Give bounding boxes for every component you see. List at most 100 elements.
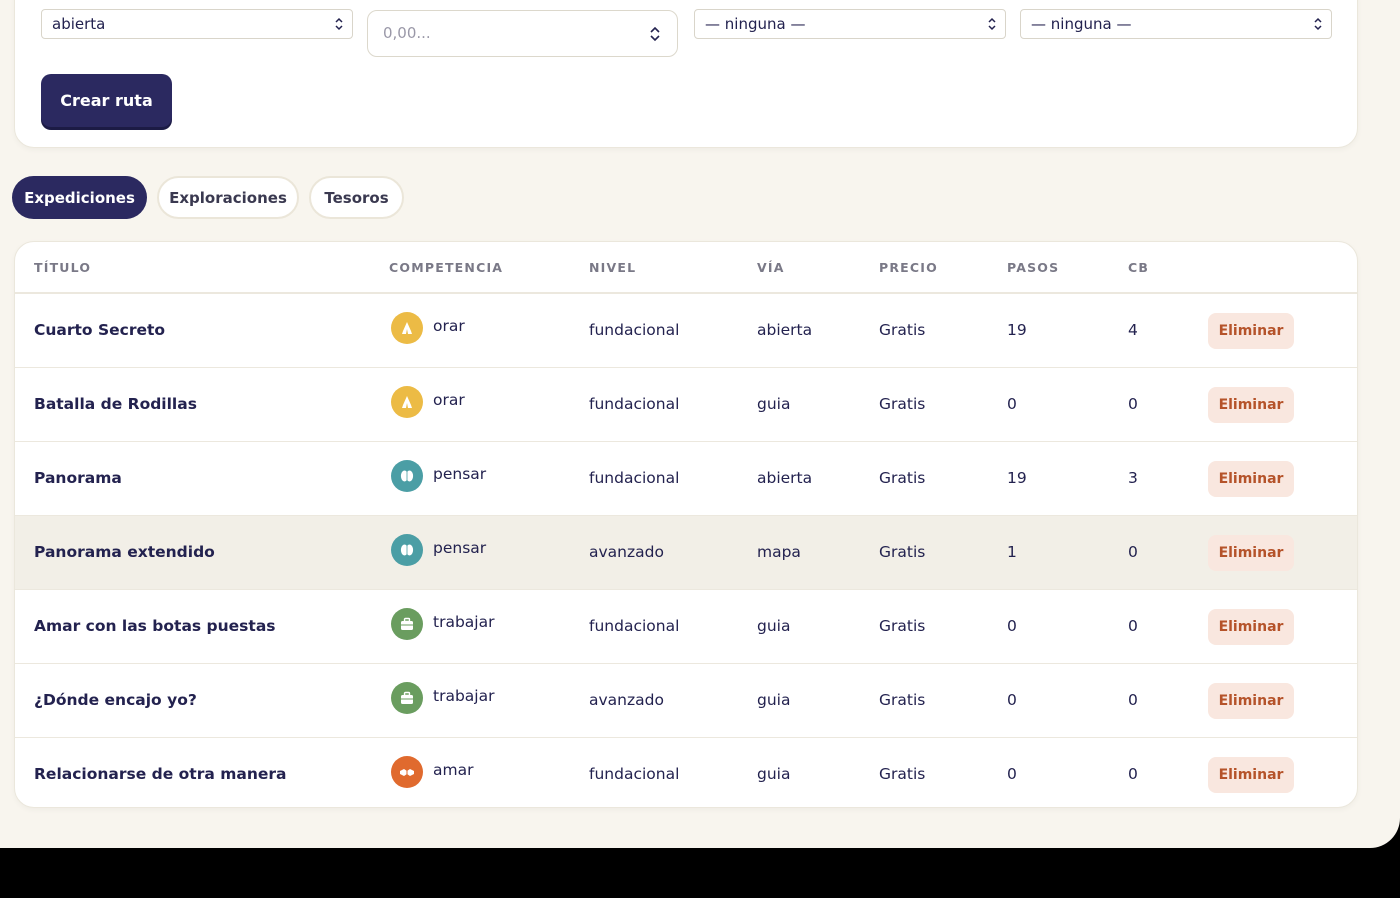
table-header: TÍTULO COMPETENCIA NIVEL VÍA PRECIO PASO… xyxy=(15,242,1357,294)
row-via: guia xyxy=(757,395,791,413)
tab-expediciones[interactable]: Expediciones xyxy=(12,176,147,219)
brain-icon xyxy=(391,460,423,492)
row-title: Panorama xyxy=(34,469,122,487)
praying-hands-icon xyxy=(391,312,423,344)
handshake-icon xyxy=(391,756,423,788)
table-row: Cuarto Secreto orar fundacional abierta Grat… xyxy=(15,294,1357,368)
row-nivel: avanzado xyxy=(589,691,664,709)
delete-button[interactable]: Eliminar xyxy=(1208,683,1294,719)
updown-chevron-icon xyxy=(1314,17,1322,31)
row-cb: 0 xyxy=(1128,543,1138,561)
competencia-label: pensar xyxy=(433,465,487,483)
row-via: abierta xyxy=(757,321,813,339)
updown-chevron-icon xyxy=(650,26,660,42)
table-row: Amar con las botas puestas trabajar fundac… xyxy=(15,590,1357,664)
create-route-button[interactable]: Crear ruta xyxy=(41,74,172,127)
row-nivel: avanzado xyxy=(589,543,664,561)
row-pasos: 0 xyxy=(1007,691,1017,709)
row-pasos: 0 xyxy=(1007,395,1017,413)
row-title: Batalla de Rodillas xyxy=(34,395,197,413)
tab-exploraciones[interactable]: Exploraciones xyxy=(157,176,299,219)
row-nivel: fundacional xyxy=(589,395,680,413)
row-via: guia xyxy=(757,691,791,709)
briefcase-icon xyxy=(391,682,423,714)
row-precio: Gratis xyxy=(879,765,926,783)
competencia-label: trabajar xyxy=(433,613,495,631)
row-pasos: 1 xyxy=(1007,543,1017,561)
header-pasos: PASOS xyxy=(1007,260,1060,275)
page: abierta 0,00... — ninguna — — ninguna — … xyxy=(0,0,1400,848)
row-cb: 0 xyxy=(1128,765,1138,783)
row-via: guia xyxy=(757,765,791,783)
table-row: Panorama extendido pensar avanzado mapa Grat… xyxy=(15,516,1357,590)
row-title: Cuarto Secreto xyxy=(34,321,166,339)
row-nivel: fundacional xyxy=(589,617,680,635)
tab-tesoros[interactable]: Tesoros xyxy=(309,176,404,219)
select-value: — ninguna — xyxy=(705,15,806,33)
row-via: guia xyxy=(757,617,791,635)
row-precio: Gratis xyxy=(879,395,926,413)
ninguna-select-2[interactable]: — ninguna — xyxy=(1020,9,1332,39)
header-titulo: TÍTULO xyxy=(34,260,92,275)
header-via: VÍA xyxy=(757,260,785,275)
praying-hands-icon xyxy=(391,386,423,418)
row-precio: Gratis xyxy=(879,617,926,635)
competencia-label: orar xyxy=(433,391,465,409)
delete-button[interactable]: Eliminar xyxy=(1208,609,1294,645)
table-row: Batalla de Rodillas orar fundacional guia Gr… xyxy=(15,368,1357,442)
delete-button[interactable]: Eliminar xyxy=(1208,461,1294,497)
row-competencia: pensar xyxy=(391,534,486,566)
header-cb: CB xyxy=(1128,260,1150,275)
price-input[interactable]: 0,00... xyxy=(367,10,678,57)
row-pasos: 0 xyxy=(1007,617,1017,635)
updown-chevron-icon xyxy=(988,17,996,31)
row-precio: Gratis xyxy=(879,321,926,339)
briefcase-icon xyxy=(391,608,423,640)
row-title: Relacionarse de otra manera xyxy=(34,765,287,783)
brain-icon xyxy=(391,534,423,566)
row-competencia: amar xyxy=(391,756,473,788)
row-cb: 0 xyxy=(1128,395,1138,413)
row-competencia: orar xyxy=(391,312,465,344)
row-cb: 0 xyxy=(1128,617,1138,635)
row-nivel: fundacional xyxy=(589,765,680,783)
select-value: — ninguna — xyxy=(1031,15,1132,33)
header-precio: PRECIO xyxy=(879,260,938,275)
header-nivel: NIVEL xyxy=(589,260,637,275)
row-via: mapa xyxy=(757,543,801,561)
via-select-value: abierta xyxy=(52,15,106,33)
row-nivel: fundacional xyxy=(589,321,680,339)
row-pasos: 19 xyxy=(1007,321,1027,339)
row-competencia: orar xyxy=(391,386,465,418)
updown-chevron-icon xyxy=(335,17,343,31)
competencia-label: orar xyxy=(433,317,465,335)
row-precio: Gratis xyxy=(879,469,926,487)
price-input-placeholder: 0,00... xyxy=(383,24,431,42)
row-competencia: pensar xyxy=(391,460,486,492)
table-row: Panorama pensar fundacional abierta Gratis 19… xyxy=(15,442,1357,516)
delete-button[interactable]: Eliminar xyxy=(1208,535,1294,571)
header-competencia: COMPETENCIA xyxy=(389,260,504,275)
row-precio: Gratis xyxy=(879,543,926,561)
row-nivel: fundacional xyxy=(589,469,680,487)
via-select[interactable]: abierta xyxy=(41,9,353,39)
expeditions-table: TÍTULO COMPETENCIA NIVEL VÍA PRECIO PASO… xyxy=(14,241,1358,808)
row-precio: Gratis xyxy=(879,691,926,709)
row-competencia: trabajar xyxy=(391,682,494,714)
table-row: Relacionarse de otra manera amar fundacion… xyxy=(15,738,1357,807)
delete-button[interactable]: Eliminar xyxy=(1208,387,1294,423)
competencia-label: amar xyxy=(433,761,474,779)
competencia-label: pensar xyxy=(433,539,487,557)
competencia-label: trabajar xyxy=(433,687,495,705)
delete-button[interactable]: Eliminar xyxy=(1208,757,1294,793)
route-form-card: abierta 0,00... — ninguna — — ninguna — … xyxy=(14,0,1358,148)
ninguna-select-1[interactable]: — ninguna — xyxy=(694,9,1006,39)
row-pasos: 0 xyxy=(1007,765,1017,783)
row-pasos: 19 xyxy=(1007,469,1027,487)
row-title: Panorama extendido xyxy=(34,543,215,561)
delete-button[interactable]: Eliminar xyxy=(1208,313,1294,349)
row-title: ¿Dónde encajo yo? xyxy=(34,691,197,709)
row-cb: 3 xyxy=(1128,469,1138,487)
row-via: abierta xyxy=(757,469,813,487)
row-competencia: trabajar xyxy=(391,608,494,640)
